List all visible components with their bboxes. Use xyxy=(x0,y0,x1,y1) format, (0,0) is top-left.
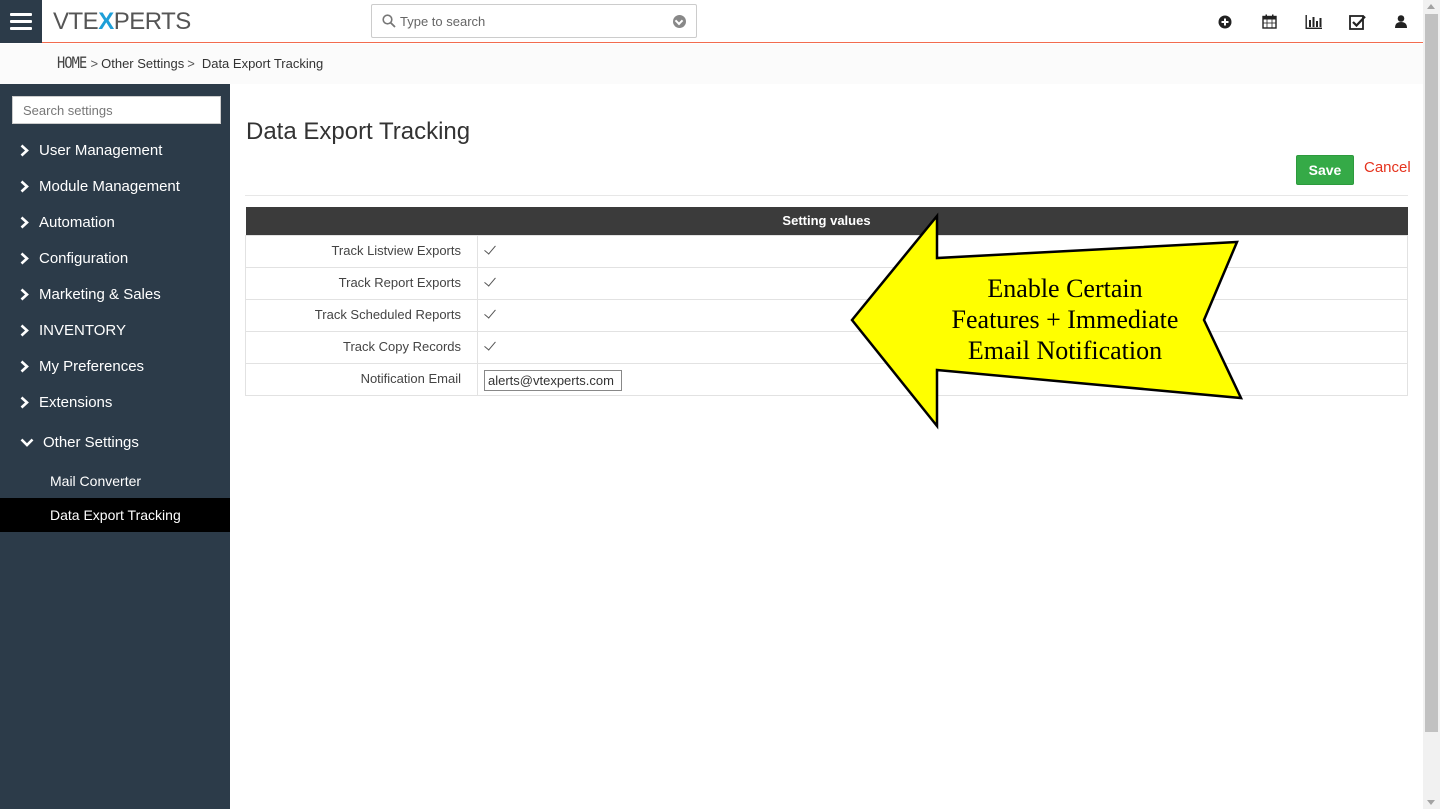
sidebar-item-module-management[interactable]: Module Management xyxy=(0,168,230,204)
sidebar-item-inventory[interactable]: INVENTORY xyxy=(0,312,230,348)
global-search-input[interactable] xyxy=(400,11,660,31)
track-copy-records-checkbox[interactable] xyxy=(484,340,496,352)
row-label: Track Listview Exports xyxy=(245,234,478,268)
scroll-down-icon[interactable] xyxy=(1427,800,1435,805)
search-icon xyxy=(382,14,396,28)
scrollbar-thumb[interactable] xyxy=(1425,14,1438,732)
chevron-down-icon xyxy=(20,438,42,447)
cancel-link[interactable]: Cancel xyxy=(1364,159,1411,176)
sidebar-item-user-management[interactable]: User Management xyxy=(0,132,230,168)
breadcrumb-bar: HOME > Other Settings > Data Export Trac… xyxy=(0,44,1423,84)
chevron-right-icon xyxy=(20,360,38,373)
sidebar-subitem-data-export-tracking[interactable]: Data Export Tracking xyxy=(0,498,230,532)
notification-email-input[interactable] xyxy=(484,370,622,391)
settings-sidebar: User Management Module Management Automa… xyxy=(0,84,230,809)
track-scheduled-reports-checkbox[interactable] xyxy=(484,308,496,320)
sidebar-item-other-settings[interactable]: Other Settings xyxy=(0,420,230,464)
row-label: Notification Email xyxy=(245,362,478,396)
row-label: Track Report Exports xyxy=(245,266,478,300)
breadcrumb-current: Data Export Tracking xyxy=(201,56,324,71)
breadcrumb-separator: > xyxy=(187,56,195,71)
header-divider xyxy=(245,195,1408,196)
top-actions xyxy=(1203,0,1423,43)
chevron-right-icon xyxy=(20,324,38,337)
hamburger-icon xyxy=(10,13,32,16)
global-search xyxy=(371,4,697,38)
settings-menu: User Management Module Management Automa… xyxy=(0,132,230,532)
sidebar-item-extensions[interactable]: Extensions xyxy=(0,384,230,420)
chevron-right-icon xyxy=(20,288,38,301)
plus-circle-icon xyxy=(1218,15,1232,28)
row-label: Track Copy Records xyxy=(245,330,478,364)
breadcrumb-other-settings[interactable]: Other Settings xyxy=(101,56,184,71)
chevron-right-icon xyxy=(20,216,38,229)
calendar-icon xyxy=(1261,14,1277,29)
chevron-right-icon xyxy=(20,144,38,157)
page-scrollbar[interactable] xyxy=(1423,0,1440,809)
page-title: Data Export Tracking xyxy=(246,118,471,145)
track-report-exports-checkbox[interactable] xyxy=(484,276,496,288)
user-menu-button[interactable] xyxy=(1379,0,1423,43)
row-label: Track Scheduled Reports xyxy=(245,298,478,332)
chevron-right-icon xyxy=(20,180,38,193)
search-dropdown-icon[interactable] xyxy=(673,15,686,28)
sidebar-item-marketing-sales[interactable]: Marketing & Sales xyxy=(0,276,230,312)
user-icon xyxy=(1395,15,1407,28)
save-button[interactable]: Save xyxy=(1296,155,1354,185)
breadcrumb-home[interactable]: HOME xyxy=(57,53,87,72)
sidebar-subitem-mail-converter[interactable]: Mail Converter xyxy=(0,464,230,498)
bar-chart-icon xyxy=(1305,14,1322,29)
scroll-up-icon[interactable] xyxy=(1427,4,1435,9)
top-bar: VTEXPERTS xyxy=(0,0,1423,43)
callout-text: Enable Certain Features + Immediate Emai… xyxy=(951,274,1179,365)
settings-search-input[interactable] xyxy=(12,96,221,124)
breadcrumb-separator: > xyxy=(90,56,99,71)
sidebar-item-configuration[interactable]: Configuration xyxy=(0,240,230,276)
reports-button[interactable] xyxy=(1291,0,1335,43)
breadcrumb: HOME > Other Settings > Data Export Trac… xyxy=(57,53,323,72)
tasks-button[interactable] xyxy=(1335,0,1379,43)
brand-logo[interactable]: VTEXPERTS xyxy=(53,8,191,36)
calendar-button[interactable] xyxy=(1247,0,1291,43)
sidebar-item-my-preferences[interactable]: My Preferences xyxy=(0,348,230,384)
track-listview-exports-checkbox[interactable] xyxy=(484,244,496,256)
main-content: Data Export Tracking Save Cancel Setting… xyxy=(230,84,1423,809)
chevron-right-icon xyxy=(20,252,38,265)
sidebar-item-automation[interactable]: Automation xyxy=(0,204,230,240)
quick-create-button[interactable] xyxy=(1203,0,1247,43)
checkbox-icon xyxy=(1348,14,1366,30)
menu-toggle-button[interactable] xyxy=(0,0,42,43)
chevron-right-icon xyxy=(20,396,38,409)
